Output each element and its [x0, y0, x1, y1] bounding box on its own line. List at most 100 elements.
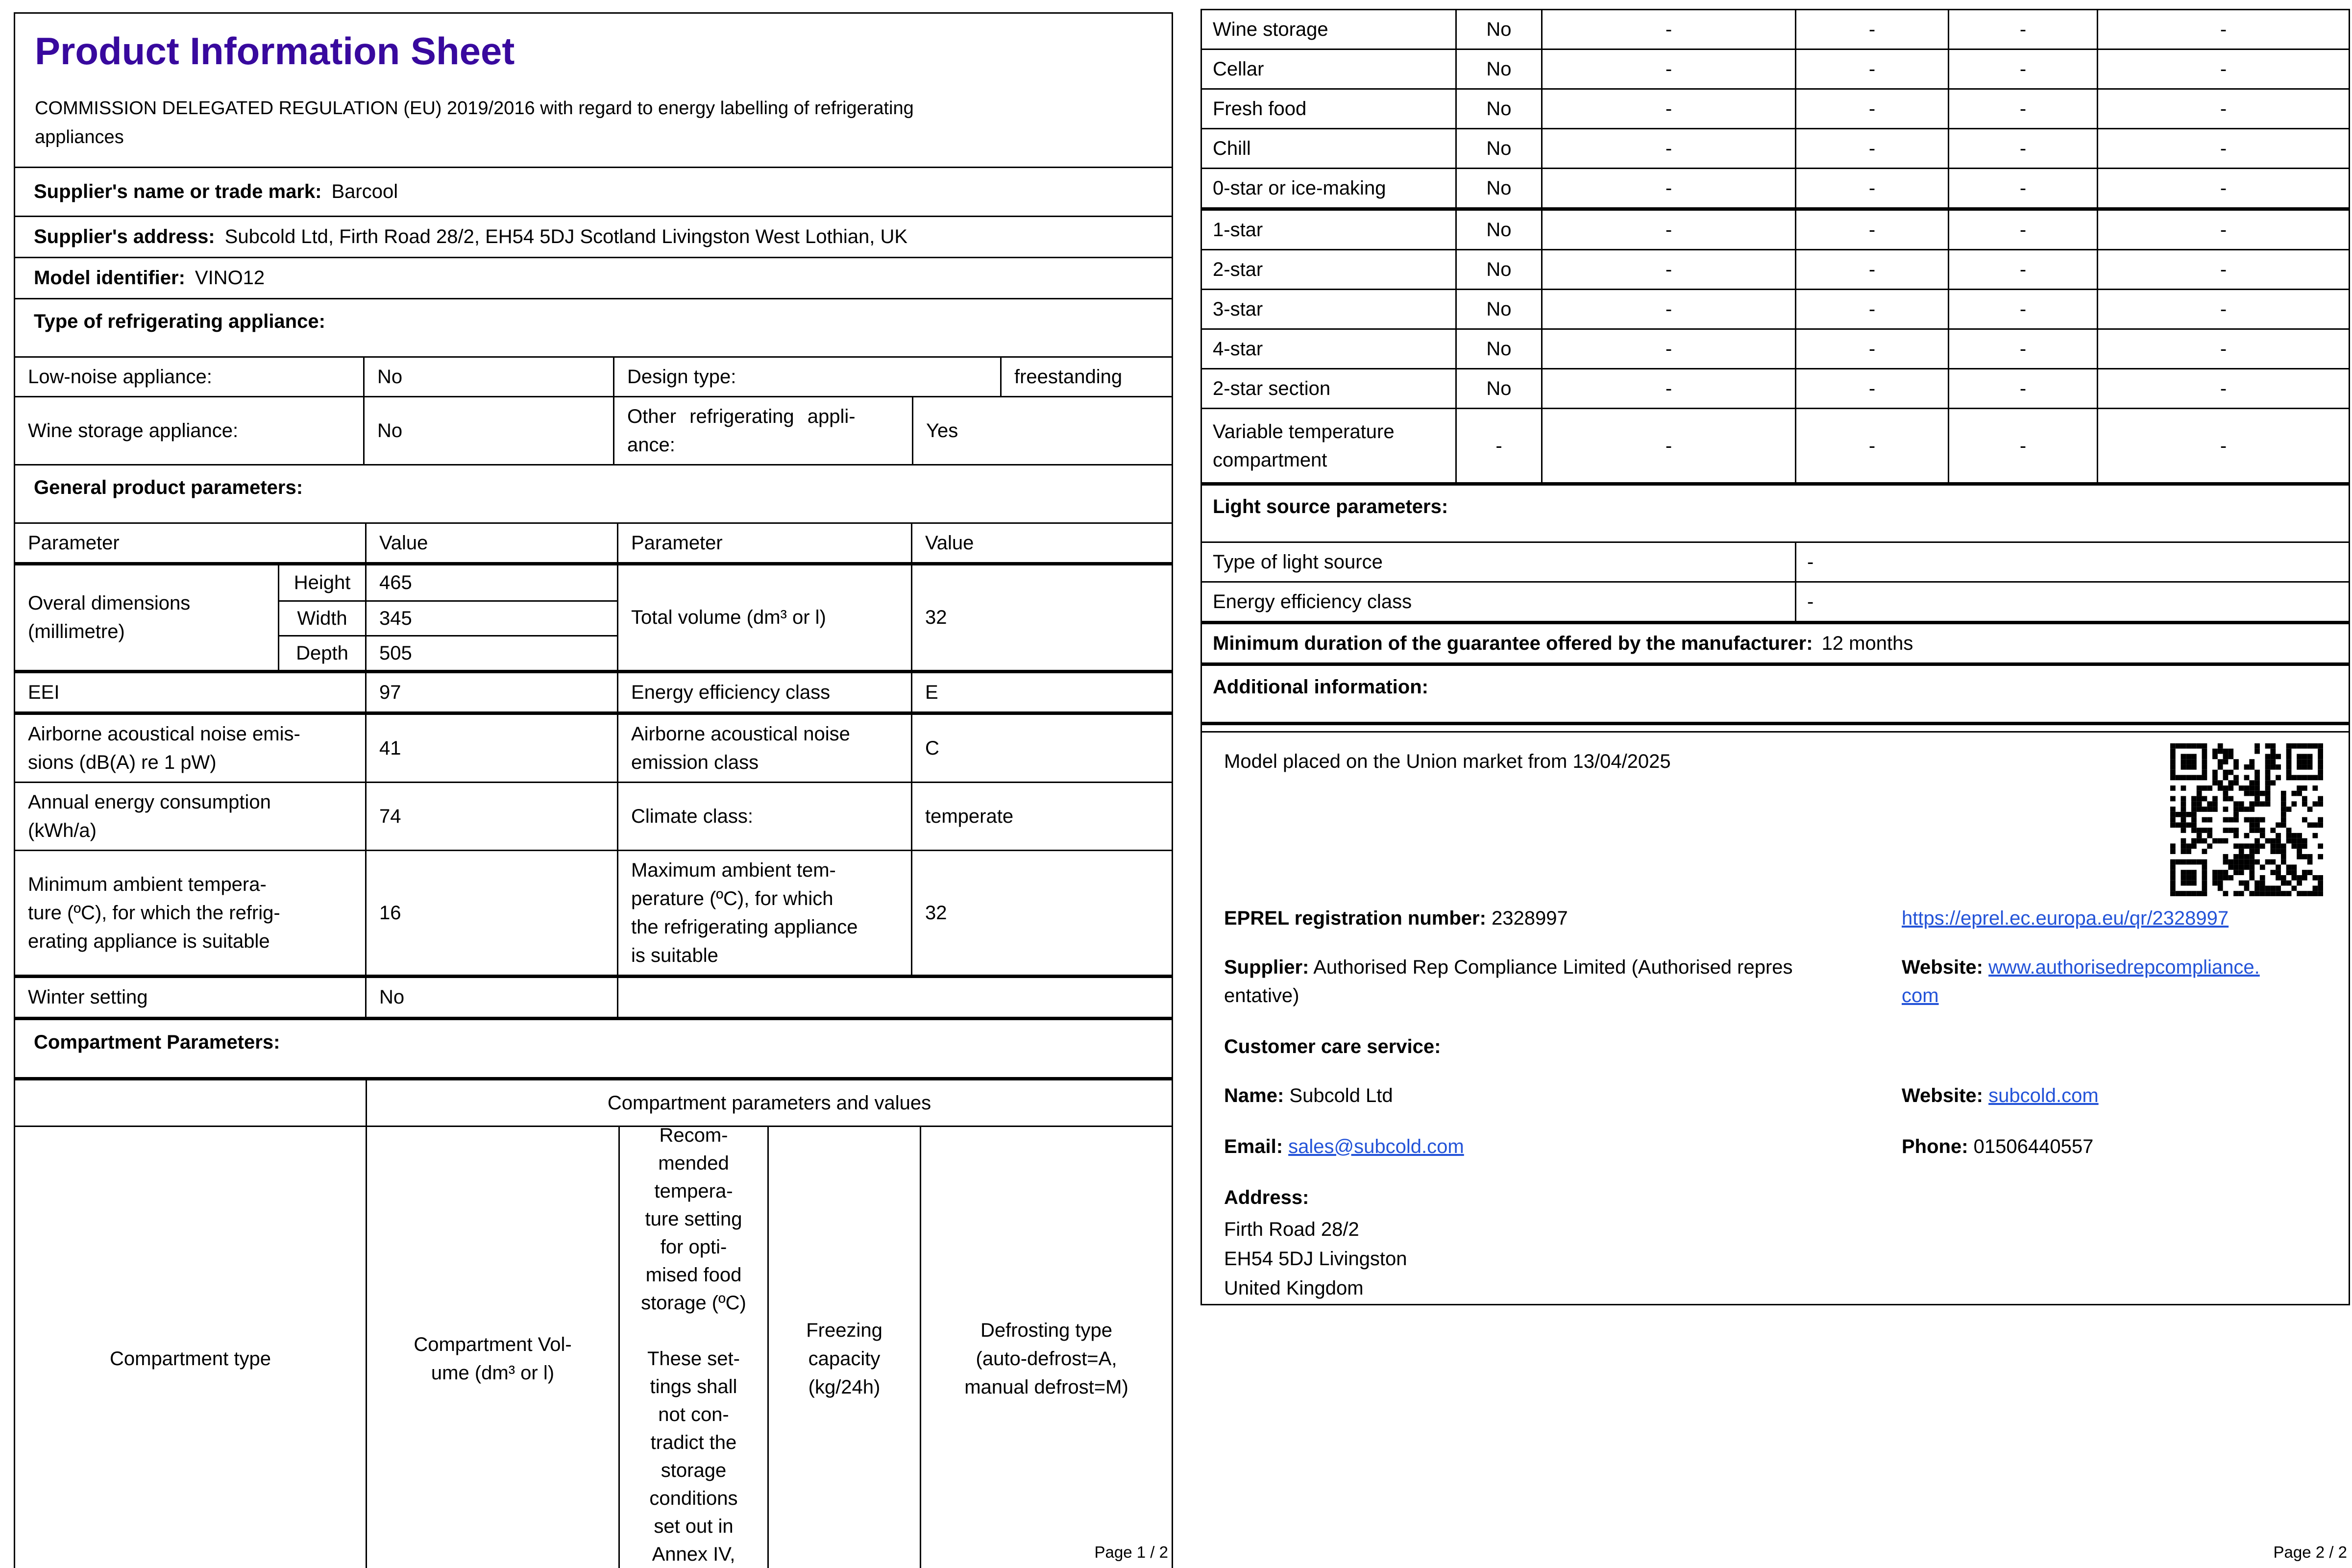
table-row: Wine storage No - - - -	[1202, 10, 2349, 49]
table-cell: -	[1948, 409, 2097, 482]
eprel-row: EPREL registration number: 2328997 https…	[1224, 904, 2327, 932]
customer-care-header: Customer care service:	[1224, 1036, 1441, 1057]
dimensions-block: Overal dimensions (millimetre) Height 46…	[15, 562, 1172, 670]
table-cell: -	[1795, 369, 1948, 408]
email-row: Email: sales@subcold.com Phone: 01506440…	[1224, 1132, 2327, 1161]
eprel-value: 2328997	[1492, 907, 1568, 929]
table-cell: 74	[365, 783, 617, 850]
table-cell: -	[1541, 10, 1795, 49]
table-cell: -	[2097, 369, 2349, 408]
phone-value: 01506440557	[1973, 1136, 2094, 1157]
website-label: Website:	[1902, 956, 1983, 978]
table-cell: 0-star or ice-making	[1213, 177, 1386, 199]
winter-setting-row: Winter setting No	[15, 974, 1172, 1017]
table-cell: -	[2097, 290, 2349, 328]
eprel-link[interactable]: https://eprel.ec.europa.eu/qr/2328997	[1902, 907, 2229, 929]
column-header: Recom- mended tempera- ture setting for …	[618, 1125, 767, 1568]
table-cell: Total volume (dm³ or l)	[617, 565, 911, 670]
column-header: Freezing capacity (kg/24h)	[767, 1125, 920, 1568]
table-cell: Fresh food	[1213, 98, 1307, 120]
table-cell: No	[1455, 50, 1541, 88]
page1-header: Product Information Sheet COMMISSION DEL…	[15, 14, 1172, 167]
table-cell: 3-star	[1213, 298, 1263, 320]
table-cell: -	[1795, 290, 1948, 328]
table-cell: -	[1795, 10, 1948, 49]
table-row: Low-noise appliance: No Design type: fre…	[15, 356, 1172, 396]
table-cell: -	[1948, 90, 2097, 128]
table-row: 2-star No - - - -	[1202, 249, 2349, 289]
model-identifier-row: Model identifier: VINO12	[15, 256, 1172, 298]
type-section-header: Type of refrigerating appliance:	[15, 297, 1172, 356]
table-cell: -	[1541, 330, 1795, 368]
page-2-table: Wine storage No - - - - Cellar No - - - …	[1200, 9, 2350, 807]
email-label: Email:	[1224, 1136, 1283, 1157]
table-row: Type of light source -	[1202, 541, 2349, 581]
table-cell: 16	[365, 851, 617, 975]
table-cell: -	[1541, 90, 1795, 128]
table-cell: Yes	[912, 397, 1172, 464]
eprel-card: Model placed on the Union market from 13…	[1200, 731, 2350, 1305]
table-row: 4-star No - - - -	[1202, 328, 2349, 368]
care-name: Name: Subcold Ltd	[1224, 1081, 1902, 1110]
column-header: Compartment type	[15, 1125, 366, 1568]
name-row: Name: Subcold Ltd Website: subcold.com	[1224, 1081, 2327, 1110]
column-header: Value	[365, 523, 617, 562]
table-cell: -	[1948, 369, 2097, 408]
table-cell: Width	[278, 600, 365, 635]
care-website: Website: subcold.com	[1902, 1081, 2327, 1110]
table-cell: -	[1541, 409, 1795, 482]
table-cell: 32	[911, 851, 1172, 975]
table-cell: Variable temperature compartment	[1213, 420, 1395, 471]
table-cell: 2-star section	[1213, 378, 1331, 399]
supplier-address-value: Subcold Ltd, Firth Road 28/2, EH54 5DJ S…	[224, 226, 908, 248]
table-cell: No	[1455, 250, 1541, 289]
general-table-header: Parameter Value Parameter Value	[15, 522, 1172, 562]
address-header: Address:	[1224, 1187, 1309, 1208]
table-row: 2-star section No - - - -	[1202, 368, 2349, 408]
name-value: Subcold Ltd	[1289, 1085, 1393, 1106]
table-cell: -	[1795, 211, 1948, 249]
table-cell: -	[1795, 129, 1948, 168]
table-cell: -	[1948, 169, 2097, 207]
page1-footer: Page 1 / 2	[1094, 1543, 1168, 1561]
email-link[interactable]: sales@subcold.com	[1288, 1136, 1464, 1157]
table-cell: Energy efficiency class	[617, 673, 911, 711]
table-row: Annual energy consumption (kWh/a) 74 Cli…	[15, 781, 1172, 850]
table-cell: -	[1795, 543, 2349, 581]
table-cell	[617, 978, 1172, 1017]
table-cell: -	[1541, 169, 1795, 207]
supplier-value: Authorised Rep Compliance Limited (Autho…	[1224, 956, 1793, 1006]
table-cell: Minimum ambient tempera- ture (ºC), for …	[28, 873, 280, 952]
table-cell: -	[2097, 10, 2349, 49]
compartment-table: Compartment parameters and values Compar…	[15, 1077, 1172, 1568]
table-cell: -	[2097, 129, 2349, 168]
website2-link[interactable]: subcold.com	[1988, 1085, 2099, 1106]
table-cell: 345	[365, 600, 617, 635]
table-cell: Depth	[278, 635, 365, 670]
table-cell: -	[1948, 211, 2097, 249]
table-row: Chill No - - - -	[1202, 128, 2349, 168]
table-cell: -	[2097, 50, 2349, 88]
qr-code	[2170, 743, 2323, 896]
table-cell: Height	[278, 565, 365, 600]
table-cell: -	[2097, 250, 2349, 289]
table-cell: -	[1455, 409, 1541, 482]
page2-footer: Page 2 / 2	[2273, 1543, 2347, 1561]
table-cell: No	[363, 357, 613, 396]
table-row: Wine storage appliance: No Other refrige…	[15, 395, 1172, 464]
table-cell: No	[1455, 290, 1541, 328]
table-cell: Wine storage appliance:	[28, 419, 239, 441]
table-cell: Annual energy consumption (kWh/a)	[28, 791, 271, 841]
table-cell: Energy efficiency class	[1213, 591, 1412, 612]
table-cell: -	[1795, 583, 2349, 621]
table-cell: -	[1795, 50, 1948, 88]
table-row: EEI 97 Energy efficiency class E	[15, 669, 1172, 711]
table-cell: No	[363, 397, 613, 464]
table-cell: 465	[365, 565, 617, 600]
table-cell: -	[1795, 330, 1948, 368]
table-cell: -	[1541, 290, 1795, 328]
table-cell: No	[1455, 369, 1541, 408]
guarantee-row: Minimum duration of the guarantee offere…	[1202, 621, 2349, 662]
table-row: Energy efficiency class -	[1202, 581, 2349, 621]
table-cell: 4-star	[1213, 338, 1263, 360]
